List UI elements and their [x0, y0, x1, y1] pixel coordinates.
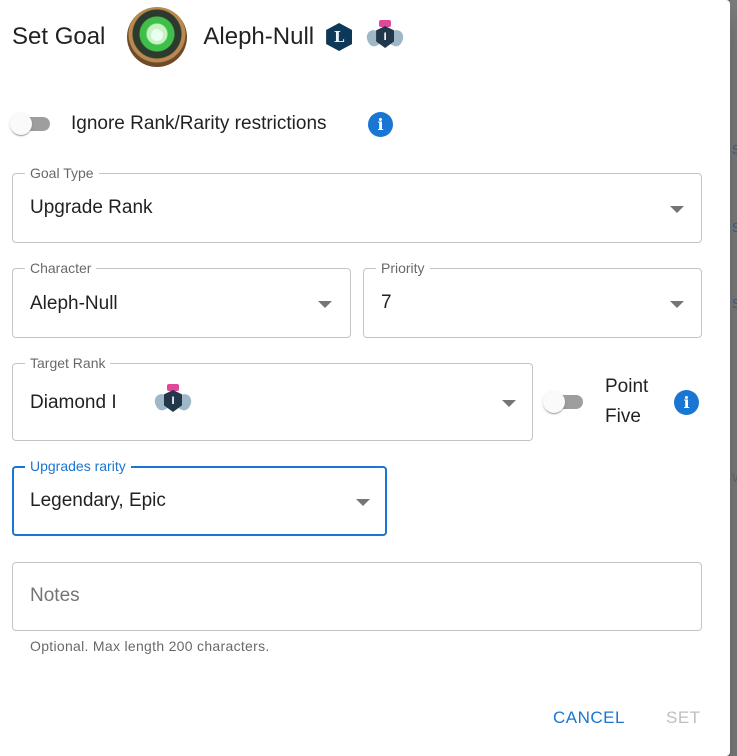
backdrop: [730, 0, 737, 756]
rank-diamond-icon: I: [364, 20, 406, 54]
point-five-switch[interactable]: [543, 390, 589, 414]
rarity-legendary-icon: L: [326, 23, 353, 51]
upgrades-rarity-select[interactable]: Upgrades rarity Legendary, Epic: [12, 457, 387, 536]
rank-diamond-icon: I: [152, 384, 194, 418]
switch-thumb: [543, 391, 565, 413]
chevron-down-icon: [670, 301, 684, 308]
point-five-label: Point: [605, 376, 649, 397]
switch-thumb: [10, 113, 32, 135]
set-button[interactable]: SET: [666, 708, 701, 728]
target-rank-value: Diamond I: [30, 392, 117, 413]
set-goal-dialog: Set Goal Aleph-Null L I Ignore Rank/Rari…: [0, 0, 730, 756]
backdrop-fragment: S: [732, 220, 737, 235]
notes-helper-text: Optional. Max length 200 characters.: [30, 638, 270, 654]
rarity-letter: L: [333, 28, 345, 46]
backdrop-fragment: S: [732, 296, 737, 311]
character-name: Aleph-Null: [203, 23, 315, 50]
notes-field[interactable]: Notes: [12, 562, 702, 631]
goal-type-value: Upgrade Rank: [30, 197, 153, 218]
priority-value: 7: [381, 292, 392, 313]
chevron-down-icon: [502, 400, 516, 407]
upgrades-rarity-label: Upgrades rarity: [25, 457, 131, 475]
dialog-title: Set Goal: [12, 23, 106, 50]
character-label: Character: [25, 259, 97, 277]
character-select[interactable]: Character Aleph-Null: [12, 259, 351, 338]
info-icon[interactable]: i: [674, 390, 699, 415]
goal-type-select[interactable]: Goal Type Upgrade Rank: [12, 164, 702, 243]
chevron-down-icon: [318, 301, 332, 308]
chevron-down-icon: [670, 206, 684, 213]
target-rank-label: Target Rank: [25, 354, 111, 372]
ignore-restrictions-switch[interactable]: [10, 112, 56, 136]
character-value: Aleph-Null: [30, 293, 118, 314]
priority-label: Priority: [376, 259, 430, 277]
chevron-down-icon: [356, 499, 370, 506]
ignore-restrictions-label: Ignore Rank/Rarity restrictions: [71, 113, 327, 134]
notes-placeholder: Notes: [30, 585, 80, 606]
info-icon[interactable]: i: [368, 112, 393, 137]
cancel-button[interactable]: CANCEL: [553, 708, 625, 728]
backdrop-fragment: S: [732, 142, 737, 157]
target-rank-select[interactable]: Target Rank Diamond I I: [12, 354, 533, 441]
backdrop-fragment: W: [732, 470, 737, 488]
priority-select[interactable]: Priority 7: [363, 259, 702, 338]
point-five-label-line2: Five: [605, 406, 641, 427]
goal-type-label: Goal Type: [25, 164, 99, 182]
upgrades-rarity-value: Legendary, Epic: [30, 490, 166, 511]
dialog-title-row: Set Goal Aleph-Null L I: [12, 4, 406, 70]
character-avatar: [127, 7, 188, 67]
